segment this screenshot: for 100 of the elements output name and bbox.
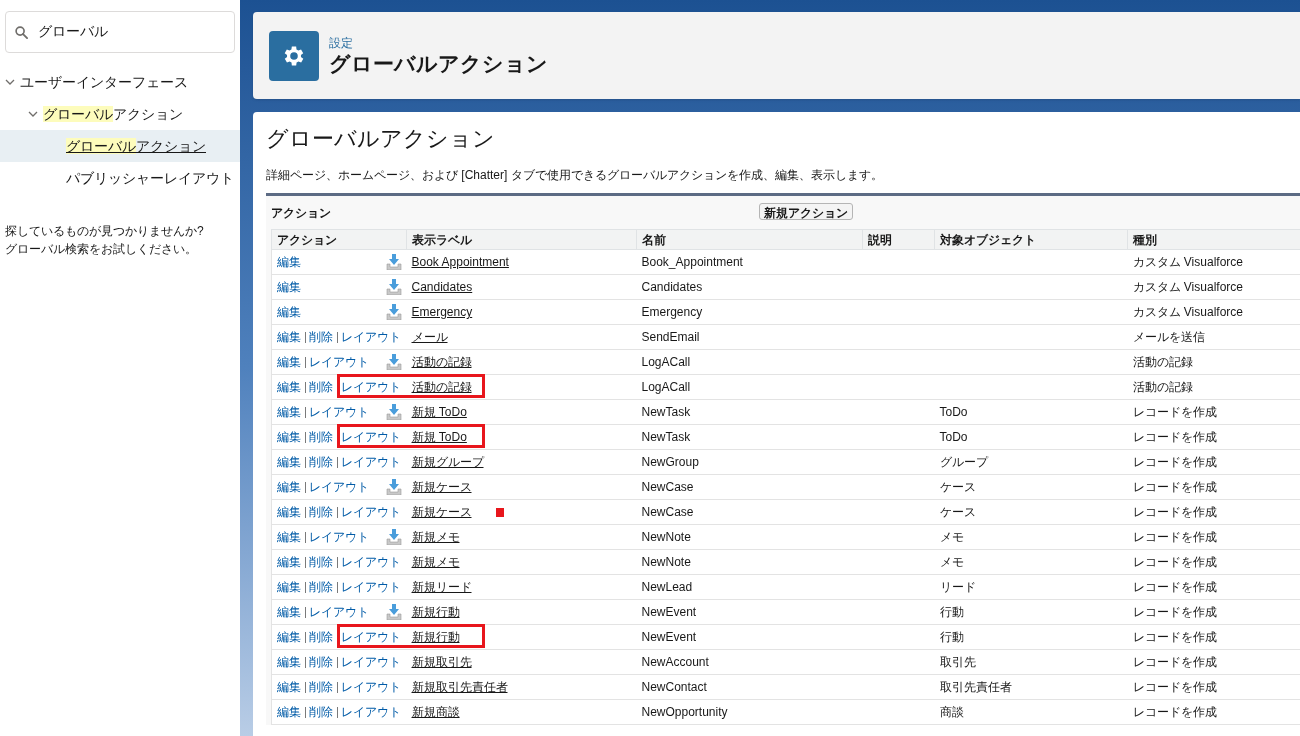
table-cell: NewAccount — [641, 655, 709, 669]
action-link[interactable]: 編集 — [277, 603, 301, 621]
table-cell: 取引先責任者 — [939, 680, 1012, 694]
action-link[interactable]: 編集 — [277, 703, 301, 721]
action-link[interactable]: 編集 — [277, 328, 301, 346]
search-field[interactable]: グローバル — [5, 11, 235, 53]
table-cell: NewContact — [641, 680, 707, 694]
action-link[interactable]: 削除 — [305, 331, 333, 343]
action-link[interactable]: 編集 — [277, 628, 301, 646]
action-link[interactable]: 削除 — [305, 706, 333, 718]
table-cell: レコードを作成 — [1132, 405, 1217, 419]
action-link[interactable]: 削除 — [305, 456, 333, 468]
action-link[interactable]: 編集 — [277, 553, 301, 571]
table-cell: NewCase — [641, 480, 694, 494]
action-link[interactable]: レイアウト — [337, 631, 401, 643]
action-label-link[interactable]: 新規商談 — [411, 703, 460, 721]
table-cell: 活動の記録 — [1132, 380, 1193, 394]
action-link[interactable]: レイアウト — [337, 331, 401, 343]
action-label-link[interactable]: 新規メモ — [411, 553, 460, 571]
action-label-link[interactable]: 新規 ToDo — [411, 428, 467, 446]
action-label-link[interactable]: 活動の記録 — [411, 378, 472, 396]
action-link[interactable]: レイアウト — [337, 456, 401, 468]
table-cell: NewEvent — [641, 605, 697, 619]
action-link[interactable]: レイアウト — [337, 556, 401, 568]
table-cell: NewEvent — [641, 630, 697, 644]
action-link[interactable]: 編集 — [277, 578, 301, 596]
table-cell: NewCase — [641, 505, 694, 519]
action-link[interactable]: 編集 — [277, 478, 301, 496]
action-label-link[interactable]: 新規ケース — [411, 503, 472, 521]
column-header: 対象オブジェクト — [934, 229, 1128, 250]
table-cell: レコードを作成 — [1132, 605, 1217, 619]
action-link[interactable]: レイアウト — [337, 681, 401, 693]
table-cell: カスタム Visualforce — [1132, 305, 1243, 319]
action-link[interactable]: 編集 — [277, 503, 301, 521]
action-label-link[interactable]: 新規リード — [411, 578, 472, 596]
action-link[interactable]: レイアウト — [305, 356, 369, 368]
action-link[interactable]: 編集 — [277, 678, 301, 696]
column-header: 名前 — [636, 229, 863, 250]
action-link[interactable]: 削除 — [305, 506, 333, 518]
table-cell: NewLead — [641, 580, 693, 594]
action-link[interactable]: 編集 — [277, 253, 301, 271]
table-cell: レコードを作成 — [1132, 430, 1217, 444]
action-link[interactable]: レイアウト — [337, 431, 401, 443]
column-header: 説明 — [862, 229, 935, 250]
table-cell: レコードを作成 — [1132, 655, 1217, 669]
action-label-link[interactable]: 新規行動 — [411, 628, 460, 646]
action-link[interactable]: 編集 — [277, 303, 301, 321]
action-link[interactable]: 編集 — [277, 428, 301, 446]
table-cell: 行動 — [939, 630, 964, 644]
table-cell: メールを送信 — [1132, 330, 1205, 344]
action-link[interactable]: レイアウト — [337, 706, 401, 718]
table-cell: レコードを作成 — [1132, 630, 1217, 644]
action-link[interactable]: レイアウト — [337, 656, 401, 668]
tree-item[interactable]: ユーザーインターフェース — [20, 71, 188, 93]
action-link[interactable]: 削除 — [305, 381, 333, 393]
action-label-link[interactable]: 新規行動 — [411, 603, 460, 621]
action-link[interactable]: 削除 — [305, 431, 333, 443]
table-cell: カスタム Visualforce — [1132, 255, 1243, 269]
table-cell: NewGroup — [641, 455, 699, 469]
action-link[interactable]: レイアウト — [305, 406, 369, 418]
action-label-link[interactable]: 新規 ToDo — [411, 403, 467, 421]
action-link[interactable]: レイアウト — [337, 506, 401, 518]
new-action-button[interactable]: 新規アクション — [759, 203, 853, 220]
action-label-link[interactable]: メール — [411, 328, 448, 346]
action-link[interactable]: 編集 — [277, 453, 301, 471]
action-link[interactable]: レイアウト — [337, 381, 401, 393]
action-link[interactable]: 削除 — [305, 656, 333, 668]
action-link[interactable]: 編集 — [277, 528, 301, 546]
action-link[interactable]: 編集 — [277, 403, 301, 421]
action-link[interactable]: レイアウト — [305, 481, 369, 493]
action-link[interactable]: 編集 — [277, 353, 301, 371]
action-link[interactable]: 編集 — [277, 278, 301, 296]
action-label-link[interactable]: 新規メモ — [411, 528, 460, 546]
action-link[interactable]: 編集 — [277, 378, 301, 396]
action-link[interactable]: レイアウト — [337, 581, 401, 593]
action-link[interactable]: 削除 — [305, 631, 333, 643]
table-cell: LogACall — [641, 380, 691, 394]
action-link[interactable]: レイアウト — [305, 606, 369, 618]
chevron-down-icon[interactable] — [5, 77, 15, 87]
breadcrumb-link[interactable]: 設定 — [329, 34, 548, 51]
table-cell: NewTask — [641, 430, 691, 444]
action-label-link[interactable]: Book Appointment — [411, 253, 509, 271]
action-label-link[interactable]: 新規取引先 — [411, 653, 472, 671]
action-label-link[interactable]: 新規取引先責任者 — [411, 678, 508, 696]
action-link[interactable]: 編集 — [277, 653, 301, 671]
table-cell: Candidates — [641, 280, 703, 294]
action-label-link[interactable]: 新規グループ — [411, 453, 484, 471]
action-label-link[interactable]: 活動の記録 — [411, 353, 472, 371]
action-label-link[interactable]: Candidates — [411, 278, 473, 296]
page-description: 詳細ページ、ホームページ、および [Chatter] タブで使用できるグローバルアクションを作成、編集、表示します。 — [266, 167, 884, 184]
action-link[interactable]: レイアウト — [305, 531, 369, 543]
action-link[interactable]: 削除 — [305, 681, 333, 693]
tree-item[interactable]: グローバルアクション — [43, 103, 183, 125]
action-link[interactable]: 削除 — [305, 581, 333, 593]
action-link[interactable]: 削除 — [305, 556, 333, 568]
tree-item[interactable]: パブリッシャーレイアウト — [66, 167, 234, 189]
action-label-link[interactable]: 新規ケース — [411, 478, 472, 496]
action-label-link[interactable]: Emergency — [411, 303, 473, 321]
chevron-down-icon[interactable] — [28, 109, 38, 119]
table-cell: リード — [939, 580, 976, 594]
